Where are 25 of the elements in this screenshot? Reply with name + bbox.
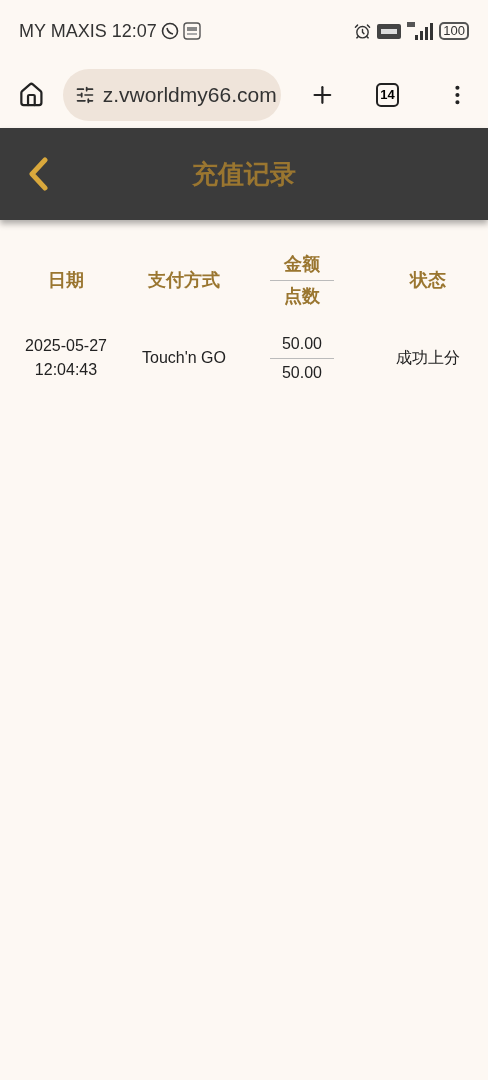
column-header: 支付方式 — [148, 268, 220, 292]
chat-icon — [160, 22, 179, 40]
home-icon[interactable] — [18, 81, 45, 109]
points-text: 50.00 — [281, 362, 322, 383]
column-header: 金额 — [284, 252, 320, 276]
app-icon — [182, 22, 201, 40]
date-text: 2025-05-27 — [25, 336, 107, 356]
status-text: 成功上分 — [396, 348, 460, 368]
time-text: 12:04:43 — [34, 360, 98, 380]
column-header: 日期 — [48, 268, 84, 292]
column-header: 点数 — [284, 284, 320, 308]
back-icon[interactable] — [27, 157, 49, 191]
payment-method: Touch'n GO — [142, 348, 226, 368]
amount-text: 50.00 — [281, 333, 322, 354]
address-bar[interactable]: z.vworldmy66.com — [62, 69, 282, 121]
site-settings-icon[interactable] — [74, 85, 95, 105]
url-text: z.vworldmy66.com — [102, 82, 277, 109]
page-title: 充值记录 — [192, 157, 296, 191]
carrier-time: MY MAXIS 12:07 — [19, 19, 157, 43]
column-header: 状态 — [410, 268, 446, 292]
signal-icon — [407, 22, 434, 40]
volte-icon — [377, 23, 402, 39]
alarm-icon — [354, 22, 372, 40]
battery-indicator: 100 — [439, 22, 469, 40]
tab-count-button[interactable]: 14 — [376, 83, 400, 107]
